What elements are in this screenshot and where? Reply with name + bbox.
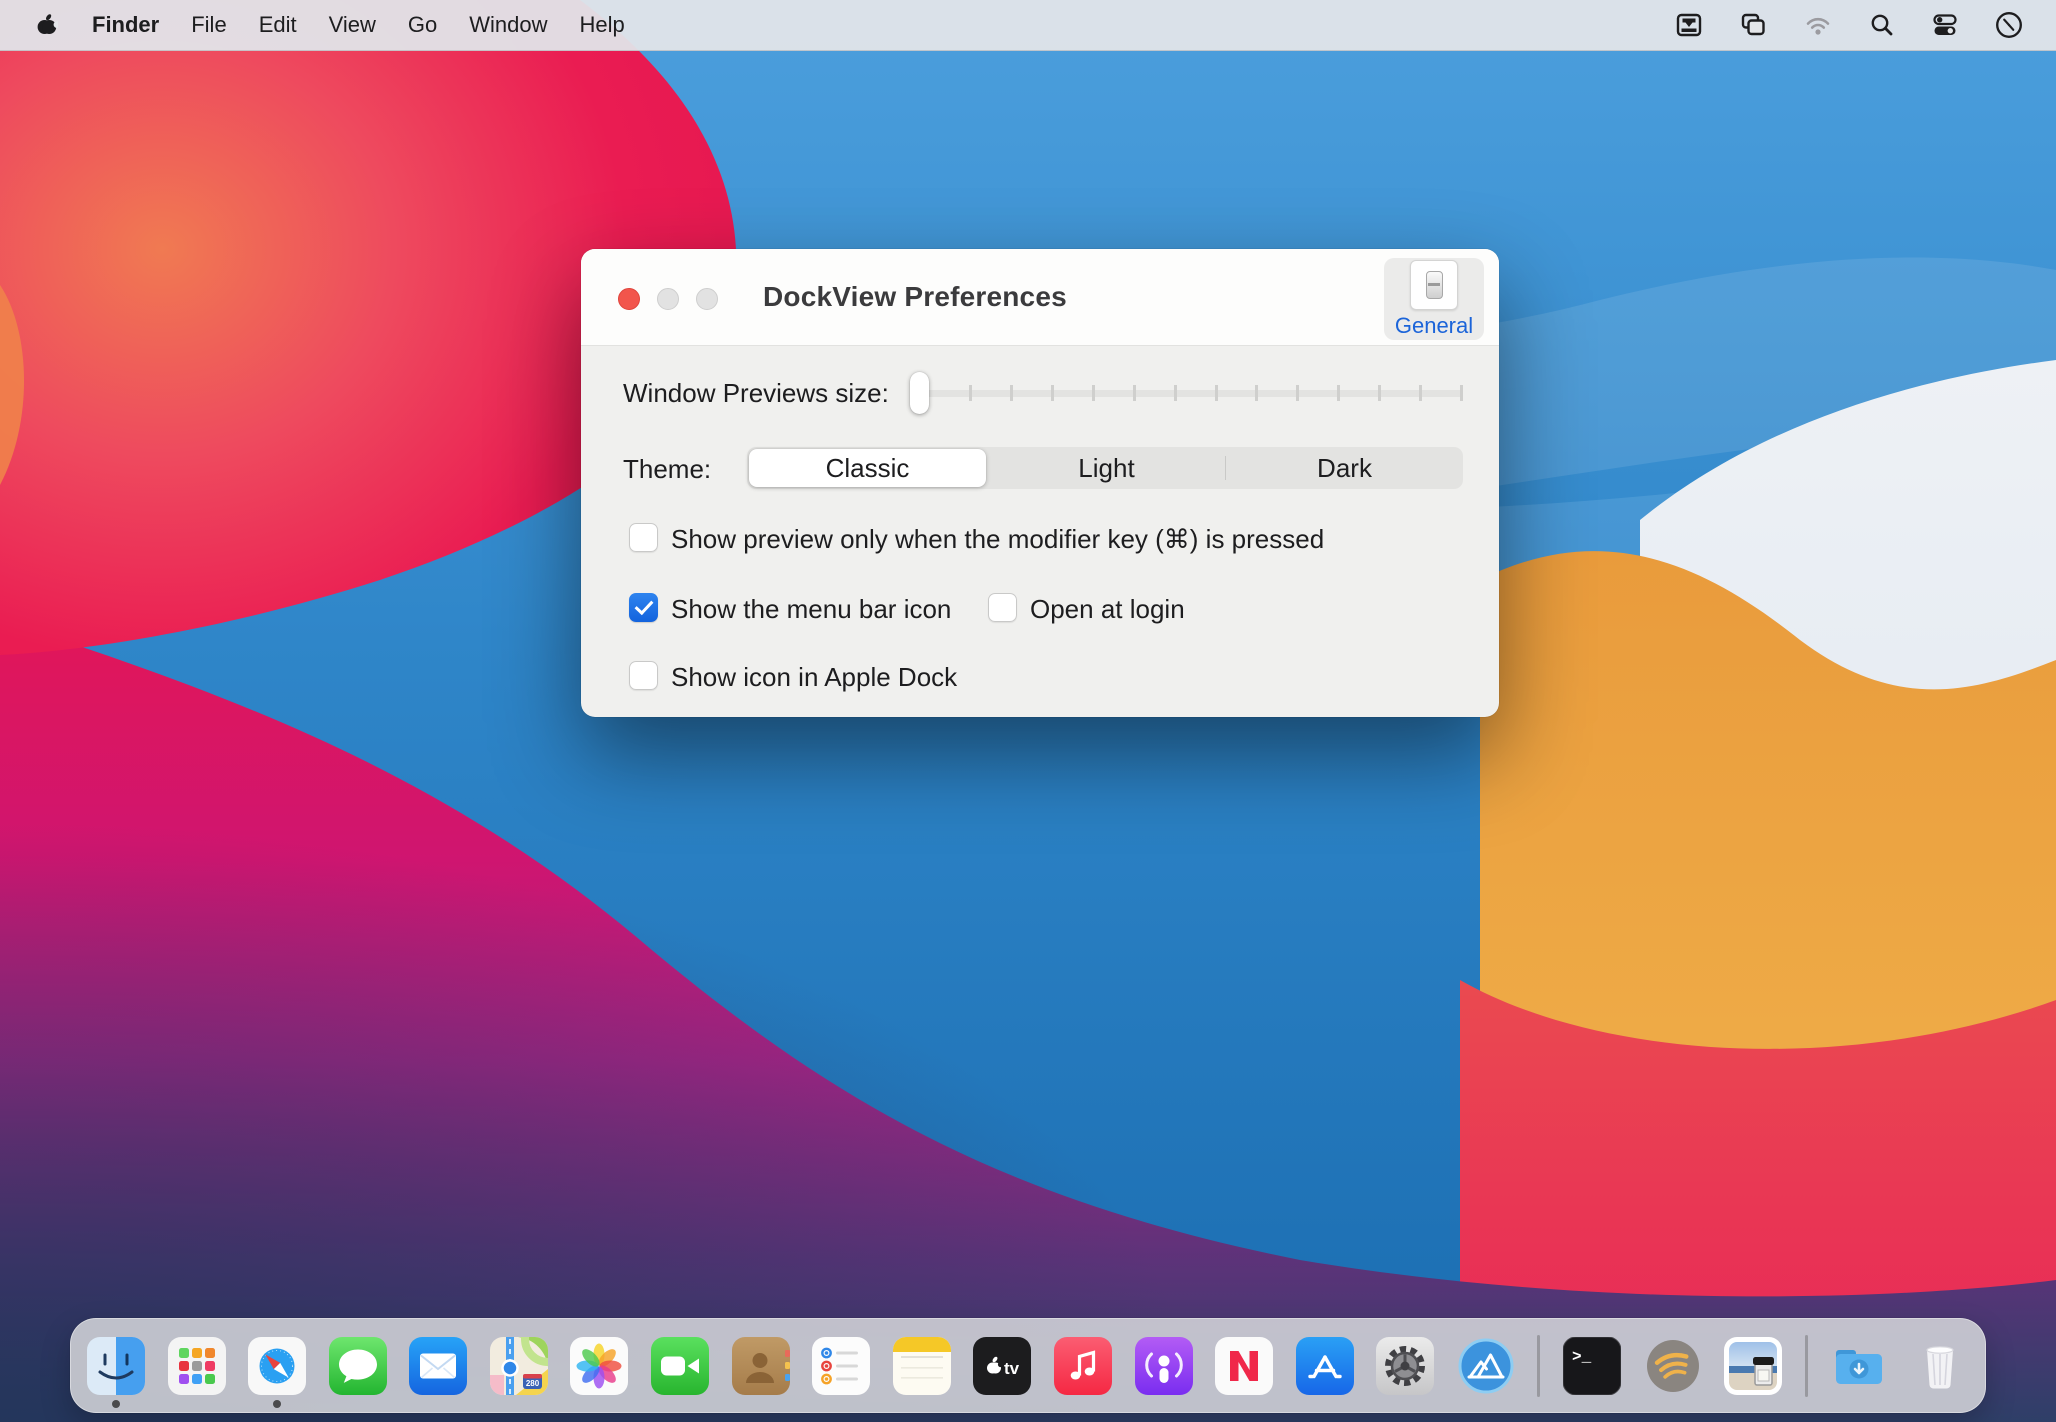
theme-segmented-control: ClassicLightDark [747,447,1463,489]
dock-item-notes[interactable] [893,1337,951,1395]
slider-tick [1051,385,1054,401]
slider-tick [1092,385,1095,401]
minimize-button[interactable] [657,288,679,310]
show-menu-bar-icon-checkbox[interactable] [629,593,658,622]
dock-item-mail[interactable] [409,1337,467,1395]
show-preview-modifier-checkbox[interactable] [629,523,658,552]
slider-tick [1010,385,1013,401]
dock-item-photos[interactable] [570,1337,628,1395]
dock-item-maps[interactable]: 280 [490,1337,548,1395]
dock-item-contacts[interactable] [732,1337,790,1395]
clock-icon[interactable] [1984,0,2034,50]
windows-icon[interactable] [1728,0,1778,50]
dock: 280 tv >_ [70,1318,1986,1413]
slider-tick [1460,385,1463,401]
dock-item-system-preferences[interactable] [1376,1337,1434,1395]
menubar-item-help[interactable]: Help [564,0,641,50]
theme-segment-dark[interactable]: Dark [1226,447,1463,489]
dock-item-spotify[interactable] [1644,1337,1702,1395]
toolbar-tab-general[interactable]: General [1384,258,1484,340]
dockview-preferences-window: DockView Preferences General Window Prev… [581,249,1499,717]
menubar-item-go[interactable]: Go [392,0,453,50]
control-center-icon[interactable] [1920,0,1970,50]
menubar-item-edit[interactable]: Edit [243,0,313,50]
slider-tick [1337,385,1340,401]
dock-item-preview[interactable] [1724,1337,1782,1395]
dock-item-music[interactable] [1054,1337,1112,1395]
dock-item-appletv[interactable]: tv [973,1337,1031,1395]
dockview-menubar-icon[interactable] [1664,0,1714,50]
slider-tick [1419,385,1422,401]
svg-text:>_: >_ [1572,1348,1592,1366]
light-switch-icon [1410,260,1458,310]
menubar-item-view[interactable]: View [313,0,392,50]
theme-segment-light[interactable]: Light [988,447,1225,489]
dock-item-appstore[interactable] [1296,1337,1354,1395]
open-at-login-label: Open at login [1030,594,1185,625]
spotlight-search-icon[interactable] [1858,0,1906,50]
menubar-item-finder[interactable]: Finder [76,0,175,50]
dock-item-finder[interactable] [87,1337,145,1395]
dock-item-trash[interactable] [1911,1337,1969,1395]
close-button[interactable] [618,288,640,310]
previews-size-slider-ticks [911,385,1463,401]
slider-tick [1296,385,1299,401]
apple-logo-icon[interactable] [30,12,76,38]
dock-item-reminders[interactable] [812,1337,870,1395]
window-titlebar: DockView Preferences General [581,249,1499,346]
svg-text:tv: tv [1004,1359,1020,1378]
toolbar-tab-general-label: General [1395,313,1473,339]
dock-item-dockview[interactable] [1457,1337,1515,1395]
dock-divider [1537,1335,1540,1397]
dock-item-safari[interactable] [248,1337,306,1395]
show-menu-bar-icon-label: Show the menu bar icon [671,594,951,625]
slider-tick [1378,385,1381,401]
slider-tick [1255,385,1258,401]
menubar-item-window[interactable]: Window [453,0,563,50]
previews-size-slider-thumb[interactable] [910,372,929,414]
running-indicator [112,1400,120,1408]
show-preview-modifier-label: Show preview only when the modifier key … [671,524,1324,555]
slider-tick [969,385,972,401]
menubar-item-file[interactable]: File [175,0,242,50]
show-icon-in-dock-checkbox[interactable] [629,661,658,690]
open-at-login-checkbox[interactable] [988,593,1017,622]
window-title: DockView Preferences [763,249,1067,345]
show-icon-in-dock-label: Show icon in Apple Dock [671,662,957,693]
dock-item-messages[interactable] [329,1337,387,1395]
dock-divider [1805,1335,1808,1397]
window-controls [618,288,718,310]
theme-segment-classic[interactable]: Classic [749,449,986,487]
window-previews-size-label: Window Previews size: [623,378,889,409]
slider-tick [1215,385,1218,401]
dock-item-terminal[interactable]: >_ [1563,1337,1621,1395]
running-indicator [273,1400,281,1408]
theme-label: Theme: [623,454,711,485]
zoom-button[interactable] [696,288,718,310]
dock-item-downloads[interactable] [1830,1337,1888,1395]
menu-bar: FinderFileEditViewGoWindowHelp [0,0,2056,51]
dock-item-launchpad[interactable] [168,1337,226,1395]
dock-item-facetime[interactable] [651,1337,709,1395]
svg-text:280: 280 [526,1379,540,1388]
slider-tick [1133,385,1136,401]
dock-item-podcasts[interactable] [1135,1337,1193,1395]
slider-tick [1174,385,1177,401]
wifi-icon[interactable] [1792,0,1844,50]
dock-item-news[interactable] [1215,1337,1273,1395]
